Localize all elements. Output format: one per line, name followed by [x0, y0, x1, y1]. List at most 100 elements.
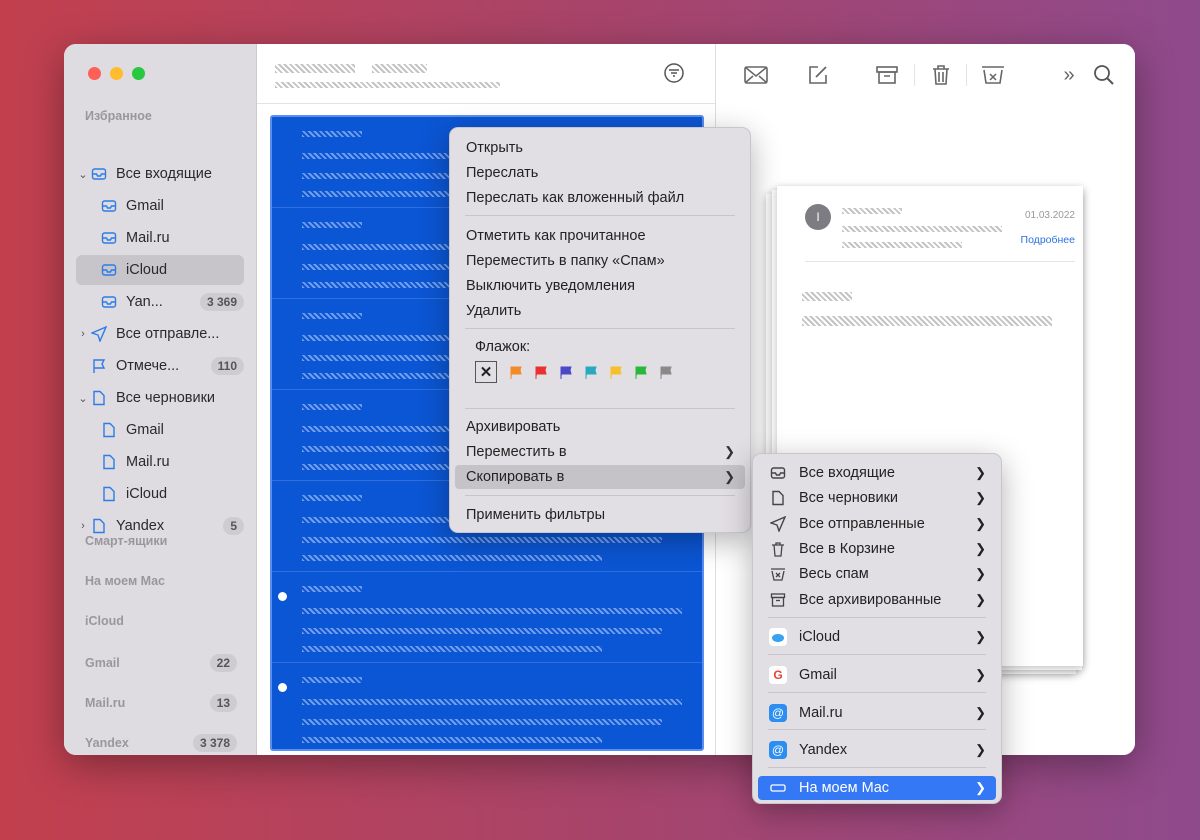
- submenu-account-item[interactable]: На моем Mac ❯: [758, 776, 996, 800]
- search-icon[interactable]: [1091, 62, 1117, 88]
- inbox-icon: [100, 230, 118, 246]
- drive-icon: [769, 779, 787, 797]
- submenu-account-item[interactable]: @ Mail.ru ❯: [758, 701, 996, 725]
- sidebar-item-sent[interactable]: › Все отправле...: [76, 319, 244, 349]
- menu-copy-to[interactable]: Скопировать в ❯: [455, 465, 745, 489]
- at-icon: @: [769, 704, 787, 722]
- trash-icon[interactable]: [928, 62, 954, 88]
- sidebar-section[interactable]: Смарт-ящики: [85, 534, 237, 548]
- menu-item[interactable]: Выключить уведомления: [455, 274, 745, 298]
- sidebar-section[interactable]: На моем Mac: [85, 574, 237, 588]
- submenu-item[interactable]: Все архивированные ❯: [758, 588, 996, 612]
- copy-to-submenu: Все входящие ❯ Все черновики ❯ Все отправлен…: [752, 453, 1002, 804]
- chevron-right-icon: ❯: [975, 742, 986, 757]
- disclosure-icon[interactable]: ›: [76, 328, 90, 340]
- details-link[interactable]: Подробнее: [1021, 234, 1075, 246]
- disclosure-icon[interactable]: ›: [76, 520, 90, 532]
- unread-badge: 3 378: [192, 734, 237, 752]
- junk-icon[interactable]: [980, 62, 1006, 88]
- sidebar-item-mailru[interactable]: Mail.ru: [76, 223, 244, 253]
- flag-color-icon[interactable]: [510, 366, 522, 379]
- inbox-icon: [100, 262, 118, 278]
- envelope-icon[interactable]: [743, 62, 769, 88]
- sidebar-item-gmail[interactable]: Gmail: [76, 191, 244, 221]
- menu-move-to[interactable]: Переместить в ❯: [455, 440, 745, 464]
- sidebar-item-drafts-icloud[interactable]: iCloud: [76, 479, 244, 509]
- flag-color-icon[interactable]: [660, 366, 672, 379]
- send-icon: [769, 515, 787, 533]
- flag-color-icon[interactable]: [610, 366, 622, 379]
- submenu-item[interactable]: Все входящие ❯: [758, 461, 996, 485]
- unread-dot: [278, 683, 287, 692]
- google-icon: G: [769, 666, 787, 684]
- doc-icon: [100, 454, 118, 470]
- submenu-item[interactable]: Все черновики ❯: [758, 486, 996, 510]
- menu-item[interactable]: Отметить как прочитанное: [455, 224, 745, 248]
- minimize-button[interactable]: [110, 67, 123, 80]
- sidebar-section[interactable]: Mail.ru 13: [85, 694, 237, 712]
- submenu-item[interactable]: Весь спам ❯: [758, 562, 996, 586]
- menu-item[interactable]: Удалить: [455, 299, 745, 323]
- chevron-right-icon: ❯: [975, 566, 986, 582]
- sidebar-section[interactable]: Yandex 3 378: [85, 734, 237, 752]
- zoom-button[interactable]: [132, 67, 145, 80]
- flag-color-icon[interactable]: [535, 366, 547, 379]
- submenu-item[interactable]: Все отправленные ❯: [758, 512, 996, 536]
- clear-flag-button[interactable]: ✕: [475, 361, 497, 383]
- disclosure-icon[interactable]: ⌄: [76, 392, 90, 405]
- unread-badge: 5: [223, 517, 244, 535]
- menu-item[interactable]: Переслать как вложенный файл: [455, 186, 745, 210]
- unread-dot: [278, 592, 287, 601]
- message-row[interactable]: [272, 572, 702, 663]
- doc-icon: [100, 422, 118, 438]
- doc-icon: [90, 390, 108, 406]
- unread-badge: 13: [209, 694, 237, 712]
- message-row[interactable]: [272, 663, 702, 749]
- sidebar-item-flagged[interactable]: Отмече... 110: [76, 351, 244, 381]
- submenu-account-item[interactable]: @ Yandex ❯: [758, 738, 996, 762]
- submenu-account-item[interactable]: iCloud ❯: [758, 625, 996, 649]
- close-button[interactable]: [88, 67, 101, 80]
- sidebar-item-inbox-all[interactable]: ⌄ Все входящие: [76, 159, 244, 189]
- flag-label: Флажок:: [475, 339, 531, 355]
- trash-icon: [769, 540, 787, 558]
- menu-archive[interactable]: Архивировать: [455, 415, 745, 439]
- menu-item[interactable]: Переместить в папку «Спам»: [455, 249, 745, 273]
- avatar: I: [805, 204, 831, 230]
- sidebar-item-icloud[interactable]: iCloud: [76, 255, 244, 285]
- menu-apply-filters[interactable]: Применить фильтры: [455, 503, 745, 527]
- more-tools-icon[interactable]: »: [1056, 62, 1082, 88]
- chevron-right-icon: ❯: [975, 591, 986, 607]
- chevron-right-icon: ❯: [975, 629, 986, 644]
- list-header: [257, 44, 715, 104]
- chevron-right-icon: ❯: [975, 465, 986, 480]
- context-menu: Открыть Переслать Переслать как вложенный …: [449, 127, 751, 533]
- at-icon: @: [769, 741, 787, 759]
- submenu-item[interactable]: Все в Корзине ❯: [758, 537, 996, 561]
- submenu-account-item[interactable]: G Gmail ❯: [758, 663, 996, 687]
- chevron-right-icon: ❯: [975, 490, 986, 506]
- sidebar-item-yandex[interactable]: Yan... 3 369: [76, 287, 244, 317]
- disclosure-icon[interactable]: ⌄: [76, 168, 90, 181]
- inbox-icon: [769, 464, 787, 482]
- sidebar-section[interactable]: iCloud: [85, 614, 237, 628]
- menu-item[interactable]: Открыть: [455, 136, 745, 160]
- filter-icon[interactable]: [661, 60, 687, 86]
- chevron-right-icon: ❯: [975, 515, 986, 531]
- sidebar-item-drafts-mailru[interactable]: Mail.ru: [76, 447, 244, 477]
- junk-icon: [769, 565, 787, 583]
- sidebar-item-drafts-gmail[interactable]: Gmail: [76, 415, 244, 445]
- archive-icon[interactable]: [874, 62, 900, 88]
- chevron-right-icon: ❯: [975, 667, 986, 682]
- flag-color-icon[interactable]: [635, 366, 647, 379]
- flag-color-icon[interactable]: [585, 366, 597, 379]
- window-controls: [88, 67, 145, 80]
- chevron-right-icon: ❯: [724, 444, 735, 459]
- flag-color-icon[interactable]: [560, 366, 572, 379]
- menu-item[interactable]: Переслать: [455, 161, 745, 185]
- sidebar-section[interactable]: Gmail 22: [85, 654, 237, 672]
- chevron-right-icon: ❯: [975, 780, 986, 795]
- compose-icon[interactable]: [805, 62, 831, 88]
- flag-icon: [90, 358, 108, 374]
- sidebar-item-drafts[interactable]: ⌄ Все черновики: [76, 383, 244, 413]
